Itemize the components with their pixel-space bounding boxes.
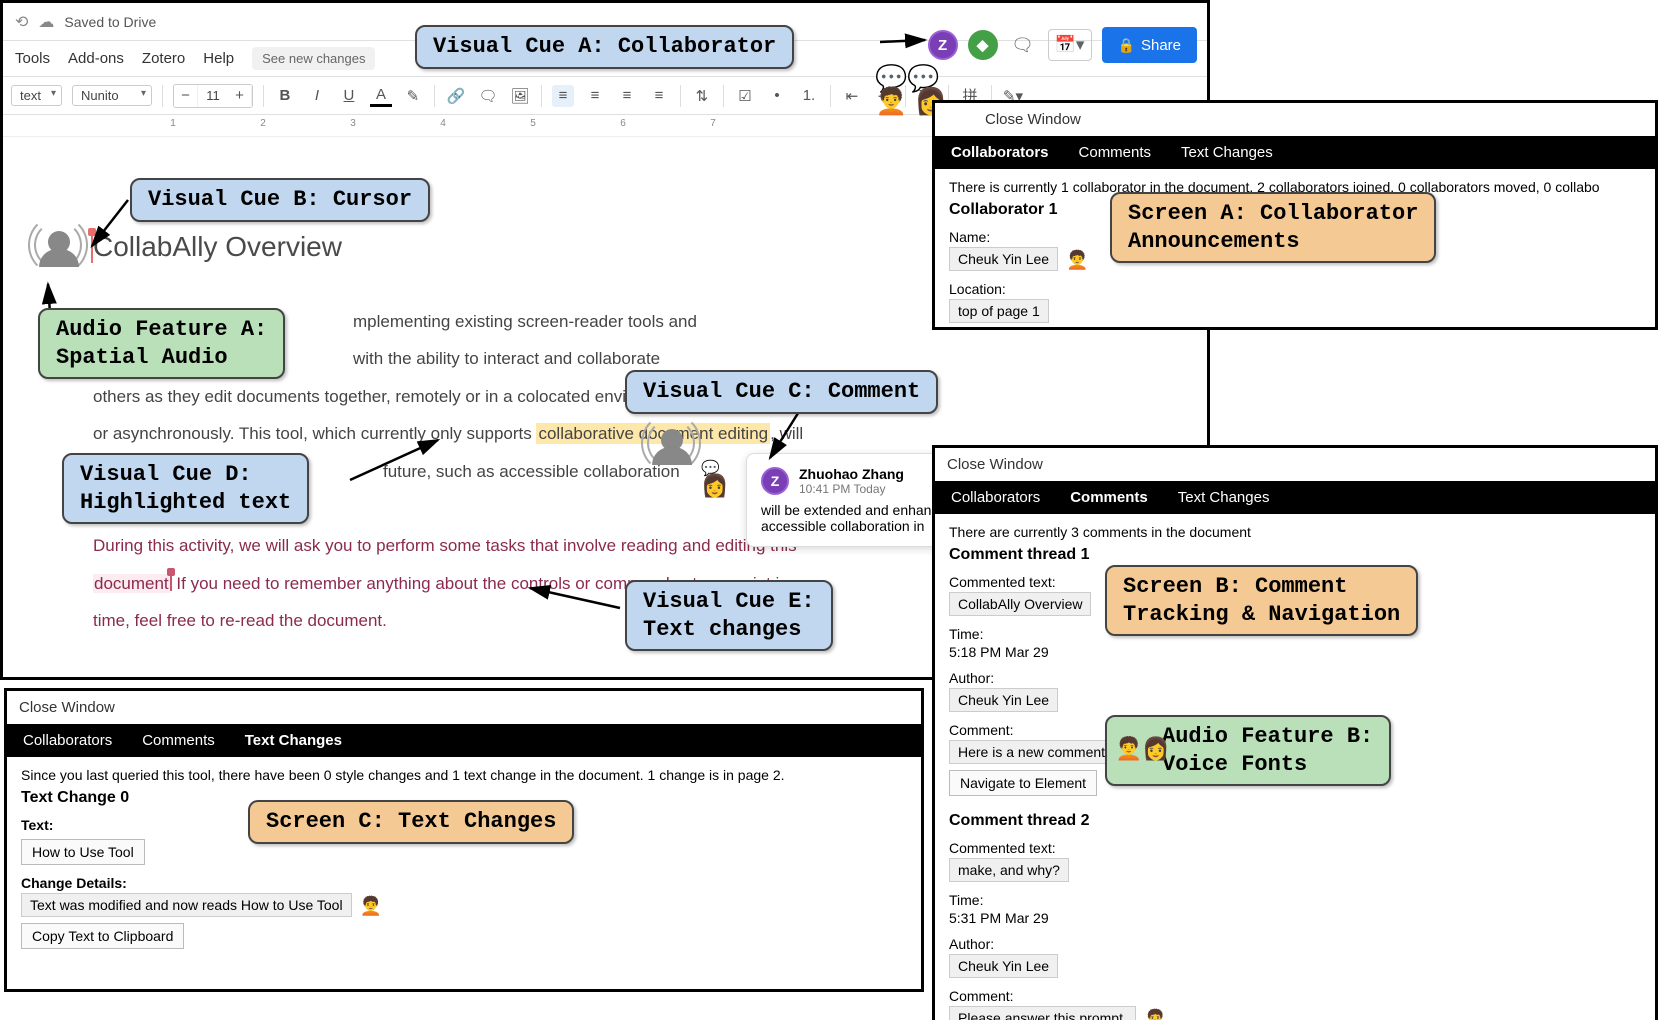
saved-status: Saved to Drive xyxy=(64,14,156,30)
panel-tabs: Collaborators Comments Text Changes xyxy=(935,136,1655,169)
collabally-voice-icon: 💬 👩 xyxy=(701,462,728,495)
decrease-indent-icon[interactable]: ⇤ xyxy=(841,85,863,107)
see-changes-chip[interactable]: See new changes xyxy=(252,47,375,70)
collaborator-avatar-z[interactable]: Z xyxy=(928,30,958,60)
callout-vc-e: Visual Cue E: Text changes xyxy=(625,580,833,651)
text-color-icon[interactable]: A xyxy=(370,85,392,107)
author-label: Author: xyxy=(949,670,1641,686)
align-left-icon[interactable]: ≡ xyxy=(552,85,574,107)
panel-c-summary: Since you last queried this tool, there … xyxy=(21,767,907,783)
author-label: Author: xyxy=(949,936,1641,952)
collab-name: Cheuk Yin Lee xyxy=(949,247,1058,271)
commented-text-label: Commented text: xyxy=(949,840,1641,856)
comments-history-icon[interactable]: 🗨 xyxy=(1008,30,1038,60)
link-icon[interactable]: 🔗 xyxy=(445,85,467,107)
menu-help[interactable]: Help xyxy=(203,50,234,67)
decrease-font-icon[interactable]: − xyxy=(174,85,198,107)
callout-af-a: Audio Feature A: Spatial Audio xyxy=(38,308,285,379)
align-justify-icon[interactable]: ≡ xyxy=(648,85,670,107)
voice-face-icon: 🧑‍🦱 xyxy=(1144,1009,1166,1020)
menu-zotero[interactable]: Zotero xyxy=(142,50,185,67)
close-window-link[interactable]: Close Window xyxy=(935,103,1655,136)
panel-tabs: Collaborators Comments Text Changes xyxy=(7,724,921,757)
bullet-list-icon[interactable]: • xyxy=(766,85,788,107)
voice-faces-icon: 🧑‍🦱👩 xyxy=(1115,736,1170,762)
comment-label: Comment: xyxy=(949,988,1641,1004)
thread2-commented-text: make, and why? xyxy=(949,858,1069,882)
font-size-stepper[interactable]: − 11 + xyxy=(173,84,253,108)
thread2-heading: Comment thread 2 xyxy=(949,812,1641,830)
present-dropdown[interactable]: 📅▾ xyxy=(1048,29,1092,61)
style-dropdown[interactable]: text xyxy=(11,85,62,106)
image-icon[interactable]: 🖼 xyxy=(509,85,531,107)
details-label: Change Details: xyxy=(21,875,907,891)
callout-vc-d: Visual Cue D: Highlighted text xyxy=(62,453,309,524)
spatial-audio-icon xyxy=(38,225,80,253)
tab-collaborators[interactable]: Collaborators xyxy=(951,489,1040,506)
text-change-details: Text was modified and now reads How to U… xyxy=(21,893,352,917)
panel-c-body: Since you last queried this tool, there … xyxy=(7,757,921,957)
thread1-commented-text: CollabAlly Overview xyxy=(949,592,1091,616)
menu-addons[interactable]: Add-ons xyxy=(68,50,124,67)
highlight-icon[interactable]: ✎ xyxy=(402,85,424,107)
thread1-heading: Comment thread 1 xyxy=(949,546,1641,564)
tab-text-changes[interactable]: Text Changes xyxy=(1178,489,1270,506)
underline-icon[interactable]: U xyxy=(338,85,360,107)
menu-tools[interactable]: Tools xyxy=(15,50,50,67)
collaborator-avatar-anon[interactable]: ◆ xyxy=(968,30,998,60)
comment-time: 10:41 PM Today xyxy=(799,482,904,496)
text-change-value[interactable]: How to Use Tool xyxy=(21,839,145,865)
tab-text-changes[interactable]: Text Changes xyxy=(1181,144,1273,161)
align-center-icon[interactable]: ≡ xyxy=(584,85,606,107)
nav-to-element-button[interactable]: Navigate to Element xyxy=(949,770,1097,796)
collab-location: top of page 1 xyxy=(949,299,1049,323)
comment-author-avatar: Z xyxy=(761,467,789,495)
share-button[interactable]: Share xyxy=(1102,27,1197,63)
voice-face-icon: 🧑‍🦱 xyxy=(360,896,382,916)
tab-text-changes[interactable]: Text Changes xyxy=(245,732,342,749)
comment-icon[interactable]: 🗨 xyxy=(477,85,499,107)
tab-comments[interactable]: Comments xyxy=(1079,144,1152,161)
tab-collaborators[interactable]: Collaborators xyxy=(951,144,1049,161)
checklist-icon[interactable]: ☑ xyxy=(734,85,756,107)
history-icon[interactable]: ⟲ xyxy=(15,12,28,32)
copy-to-clipboard-button[interactable]: Copy Text to Clipboard xyxy=(21,923,184,949)
callout-sc-a: Screen A: Collaborator Announcements xyxy=(1110,192,1436,263)
cloud-icon: ☁ xyxy=(38,12,54,32)
time-label: Time: xyxy=(949,892,1641,908)
font-dropdown[interactable]: Nunito xyxy=(72,85,152,106)
bold-icon[interactable]: B xyxy=(274,85,296,107)
italic-icon[interactable]: I xyxy=(306,85,328,107)
topright-controls: Z ◆ 🗨 📅▾ Share xyxy=(928,27,1197,63)
panel-b-summary: There are currently 3 comments in the do… xyxy=(949,524,1641,540)
thread1-time: 5:18 PM Mar 29 xyxy=(949,644,1641,660)
thread2-author: Cheuk Yin Lee xyxy=(949,954,1058,978)
thread1-author: Cheuk Yin Lee xyxy=(949,688,1058,712)
collaborator-cursor xyxy=(91,233,93,263)
line-spacing-icon[interactable]: ⇅ xyxy=(691,85,713,107)
thread2-comment: Please answer this prompt. xyxy=(949,1006,1136,1020)
close-window-link[interactable]: Close Window xyxy=(935,448,1655,481)
panel-tabs: Collaborators Comments Text Changes xyxy=(935,481,1655,514)
comment-author: Zhuohao Zhang xyxy=(799,466,904,482)
thread2-time: 5:31 PM Mar 29 xyxy=(949,910,1641,926)
callout-vc-a: Visual Cue A: Collaborator xyxy=(415,25,794,69)
spatial-audio-icon-2 xyxy=(651,423,693,451)
align-right-icon[interactable]: ≡ xyxy=(616,85,638,107)
increase-font-icon[interactable]: + xyxy=(228,85,252,107)
tab-comments[interactable]: Comments xyxy=(1070,489,1148,506)
callout-vc-c: Visual Cue C: Comment xyxy=(625,370,938,414)
callout-vc-b: Visual Cue B: Cursor xyxy=(130,178,430,222)
close-window-link[interactable]: Close Window xyxy=(7,691,921,724)
callout-sc-c: Screen C: Text Changes xyxy=(248,800,574,844)
callout-sc-b: Screen B: Comment Tracking & Navigation xyxy=(1105,565,1418,636)
location-label: Location: xyxy=(949,281,1641,297)
tab-collaborators[interactable]: Collaborators xyxy=(23,732,112,749)
voice-face-icon: 🧑‍🦱 xyxy=(1066,250,1088,270)
number-list-icon[interactable]: 1. xyxy=(798,85,820,107)
tab-comments[interactable]: Comments xyxy=(142,732,215,749)
